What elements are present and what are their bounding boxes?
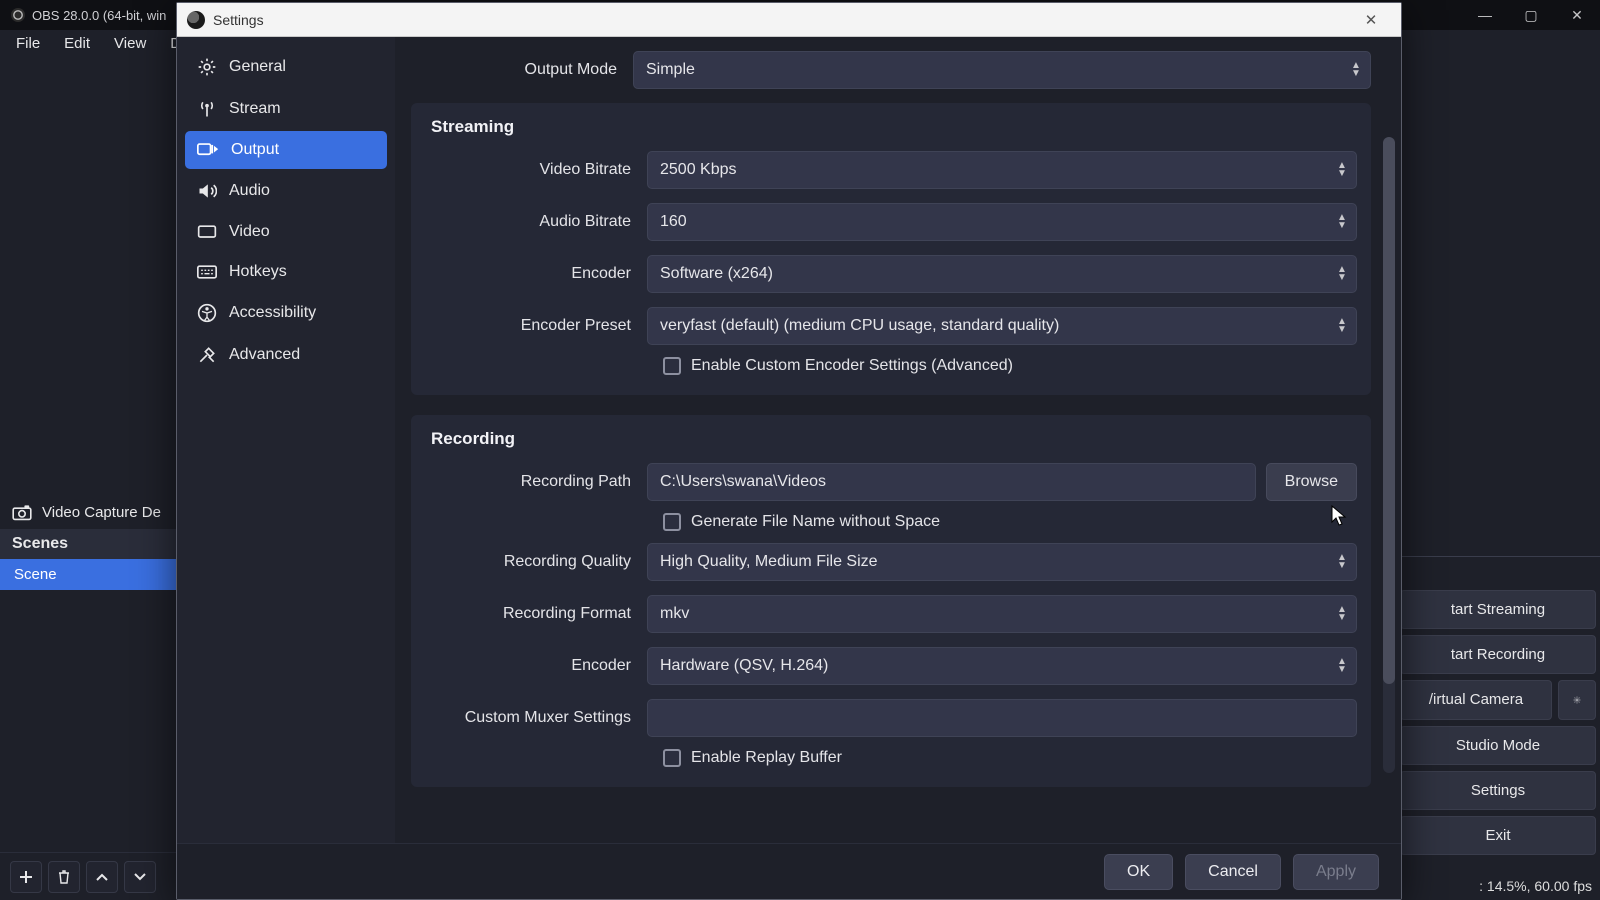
no-space-label: Generate File Name without Space: [691, 513, 940, 531]
menu-file[interactable]: File: [6, 33, 50, 54]
output-mode-row: Output Mode Simple ▲▼: [411, 51, 1371, 89]
muxer-input[interactable]: [647, 699, 1357, 737]
antenna-icon: [197, 99, 217, 119]
settings-sidebar: General Stream Output Audio Video Hotkey…: [177, 37, 395, 843]
start-streaming-button[interactable]: tart Streaming: [1400, 590, 1596, 629]
category-general[interactable]: General: [185, 47, 387, 87]
no-space-checkbox[interactable]: [663, 513, 681, 531]
video-bitrate-label: Video Bitrate: [425, 161, 647, 179]
streaming-encoder-select[interactable]: Software (x264): [647, 255, 1357, 293]
dialog-titlebar[interactable]: Settings ✕: [177, 3, 1401, 37]
category-advanced[interactable]: Advanced: [185, 335, 387, 375]
gear-icon: [197, 57, 217, 77]
monitor-icon: [197, 224, 217, 240]
apply-button[interactable]: Apply: [1293, 854, 1379, 890]
settings-dialog: Settings ✕ General Stream Output Audio: [176, 2, 1402, 900]
virtual-camera-settings-button[interactable]: [1558, 680, 1596, 720]
obs-app-icon: [10, 7, 26, 23]
dropdown-arrows-icon: ▲▼: [1333, 651, 1351, 681]
scroll-thumb[interactable]: [1383, 137, 1395, 684]
settings-button[interactable]: Settings: [1400, 771, 1596, 810]
category-output[interactable]: Output: [185, 131, 387, 169]
video-bitrate-input[interactable]: 2500 Kbps: [647, 151, 1357, 189]
output-icon: [197, 141, 219, 159]
category-video[interactable]: Video: [185, 213, 387, 251]
move-down-button[interactable]: [124, 861, 156, 893]
recording-heading: Recording: [431, 429, 1357, 449]
replay-buffer-label: Enable Replay Buffer: [691, 749, 842, 767]
controls-panel: tart Streaming tart Recording /irtual Ca…: [1400, 590, 1600, 855]
dialog-close-button[interactable]: ✕: [1351, 5, 1391, 35]
mixer-separator: [1390, 556, 1600, 584]
obs-icon: [187, 11, 205, 29]
recording-format-select[interactable]: mkv: [647, 595, 1357, 633]
recording-encoder-select[interactable]: Hardware (QSV, H.264): [647, 647, 1357, 685]
browse-button[interactable]: Browse: [1266, 463, 1357, 501]
dropdown-arrows-icon: ▲▼: [1333, 599, 1351, 629]
exit-button[interactable]: Exit: [1400, 816, 1596, 855]
source-item[interactable]: Video Capture De: [0, 496, 176, 529]
settings-scrollbar[interactable]: [1383, 137, 1395, 773]
scenes-header: Scenes: [0, 529, 176, 559]
muxer-label: Custom Muxer Settings: [425, 709, 647, 727]
dropdown-arrows-icon: ▲▼: [1333, 311, 1351, 341]
cancel-button[interactable]: Cancel: [1185, 854, 1281, 890]
streaming-section: Streaming Video Bitrate 2500 Kbps ▲▼ Aud…: [411, 103, 1371, 395]
encoder-preset-label: Encoder Preset: [425, 317, 647, 335]
speaker-icon: [197, 181, 217, 201]
dropdown-arrows-icon: ▲▼: [1347, 55, 1365, 85]
category-audio[interactable]: Audio: [185, 171, 387, 211]
streaming-heading: Streaming: [431, 117, 1357, 137]
add-scene-button[interactable]: [10, 861, 42, 893]
gear-icon: [1573, 691, 1581, 709]
recording-quality-select[interactable]: High Quality, Medium File Size: [647, 543, 1357, 581]
audio-bitrate-select[interactable]: 160: [647, 203, 1357, 241]
maximize-button[interactable]: ▢: [1508, 0, 1554, 30]
virtual-camera-button[interactable]: /irtual Camera: [1400, 680, 1552, 720]
camera-icon: [12, 505, 32, 521]
recording-path-label: Recording Path: [425, 473, 647, 491]
menu-view[interactable]: View: [104, 33, 156, 54]
main-title-text: OBS 28.0.0 (64-bit, win: [32, 8, 166, 23]
dialog-button-row: OK Cancel Apply: [177, 843, 1401, 899]
recording-encoder-label: Encoder: [425, 657, 647, 675]
delete-scene-button[interactable]: [48, 861, 80, 893]
settings-content: Output Mode Simple ▲▼ Streaming Video Bi…: [395, 37, 1401, 843]
encoder-preset-select[interactable]: veryfast (default) (medium CPU usage, st…: [647, 307, 1357, 345]
spinner-icon[interactable]: ▲▼: [1333, 155, 1351, 185]
dropdown-arrows-icon: ▲▼: [1333, 207, 1351, 237]
dropdown-arrows-icon: ▲▼: [1333, 259, 1351, 289]
menu-edit[interactable]: Edit: [54, 33, 100, 54]
category-stream[interactable]: Stream: [185, 89, 387, 129]
start-recording-button[interactable]: tart Recording: [1400, 635, 1596, 674]
output-mode-select[interactable]: Simple: [633, 51, 1371, 89]
recording-section: Recording Recording Path C:\Users\swana\…: [411, 415, 1371, 787]
move-up-button[interactable]: [86, 861, 118, 893]
tools-icon: [197, 345, 217, 365]
custom-encoder-label: Enable Custom Encoder Settings (Advanced…: [691, 357, 1013, 375]
close-window-button[interactable]: ✕: [1554, 0, 1600, 30]
scene-toolbar: [0, 852, 176, 900]
minimize-button[interactable]: —: [1462, 0, 1508, 30]
dropdown-arrows-icon: ▲▼: [1333, 547, 1351, 577]
custom-encoder-checkbox[interactable]: [663, 357, 681, 375]
category-hotkeys[interactable]: Hotkeys: [185, 253, 387, 291]
recording-quality-label: Recording Quality: [425, 553, 647, 571]
category-accessibility[interactable]: Accessibility: [185, 293, 387, 333]
ok-button[interactable]: OK: [1104, 854, 1173, 890]
scene-item[interactable]: Scene: [0, 559, 176, 590]
audio-bitrate-label: Audio Bitrate: [425, 213, 647, 231]
source-label: Video Capture De: [42, 504, 161, 521]
keyboard-icon: [197, 264, 217, 280]
accessibility-icon: [197, 303, 217, 323]
dialog-title: Settings: [213, 12, 264, 28]
replay-buffer-checkbox[interactable]: [663, 749, 681, 767]
encoder-label: Encoder: [425, 265, 647, 283]
recording-format-label: Recording Format: [425, 605, 647, 623]
status-fps: : 14.5%, 60.00 fps: [1479, 878, 1592, 894]
studio-mode-button[interactable]: Studio Mode: [1400, 726, 1596, 765]
output-mode-label: Output Mode: [411, 61, 633, 79]
recording-path-input[interactable]: C:\Users\swana\Videos: [647, 463, 1256, 501]
